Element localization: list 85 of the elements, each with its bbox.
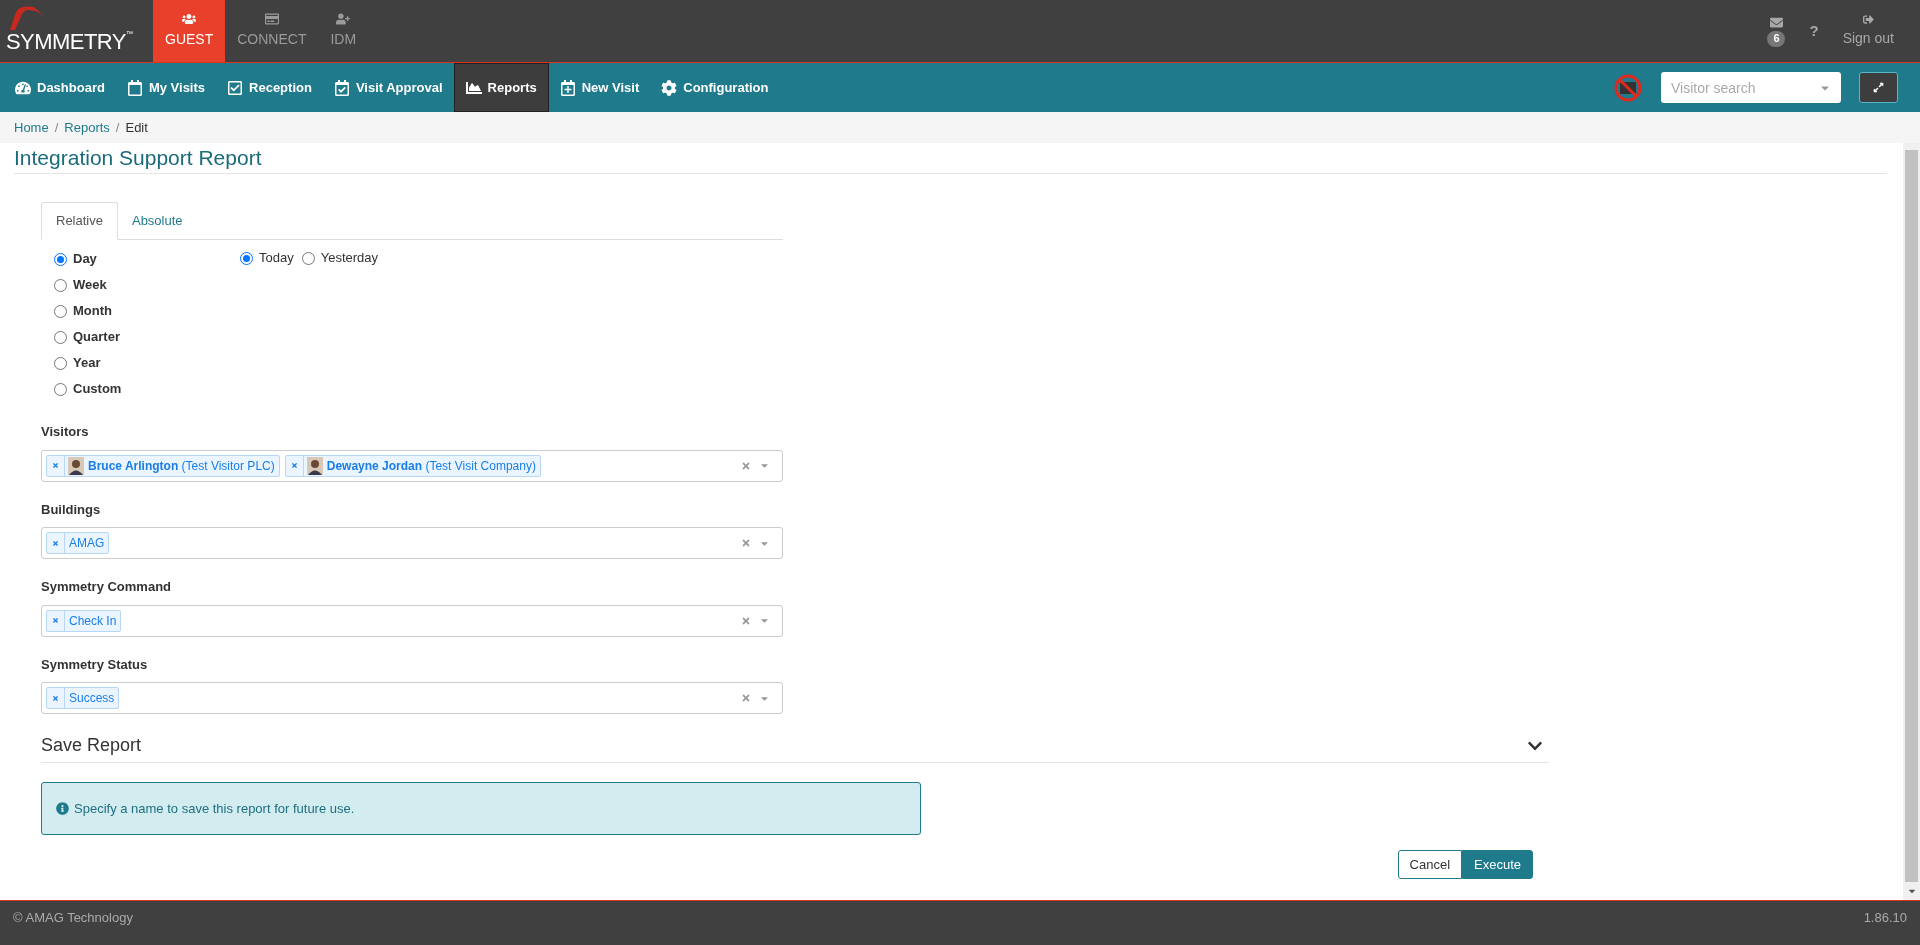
checkbox-icon [227,79,244,96]
radio-label: Today [259,249,294,268]
gauge-icon [15,79,31,96]
info-icon [56,802,69,815]
nav-item[interactable]: Visit Approval [322,63,454,112]
close-icon [52,539,59,547]
calendar-check-icon [333,79,350,96]
scrollbar[interactable] [1903,143,1920,900]
clear-icon[interactable] [741,460,751,471]
radio-button[interactable] [54,356,67,370]
section-title: Save Report [41,734,142,757]
module-tab[interactable]: IDM [318,0,369,62]
avatar-icon [306,456,323,475]
sign-out-icon [1862,13,1874,25]
module-tab[interactable]: CONNECT [225,0,319,62]
field-label: Symmetry Command [41,578,173,596]
close-icon [290,462,298,469]
multi-select-field[interactable]: AMAG [41,527,783,559]
radio-label: Year [73,354,101,373]
multi-select-field[interactable]: Success [41,682,783,714]
radio-button[interactable] [54,382,67,396]
close-icon [52,617,59,624]
clear-icon[interactable] [741,615,751,626]
radio-label: Yesterday [320,249,379,268]
info-text: Specify a name to save this report for future use. [74,799,355,818]
tag-label: Dewayne Jordan (Test Visit Company) [325,457,537,475]
radio-button[interactable] [54,252,67,266]
visitor-search-field[interactable]: Visitor search [1661,72,1841,103]
breadcrumb-link[interactable]: Home [14,117,49,138]
execute-button[interactable]: Execute [1462,850,1533,879]
tag-label: Success [68,690,116,707]
user-plus-icon [336,12,351,26]
radio-button[interactable] [301,251,315,265]
expand-icon [1873,82,1884,93]
nav-item[interactable]: Dashboard [4,63,116,112]
card-icon [264,12,279,26]
area-chart-icon [465,79,482,96]
breadcrumb-separator: / [54,118,59,137]
fullscreen-button[interactable] [1859,72,1898,103]
tab[interactable]: Relative [41,202,118,240]
avatar-icon [68,456,84,475]
radio-label: Month [73,302,112,321]
tag-label: AMAG [68,535,106,552]
close-icon [52,694,59,702]
tag-label: Bruce Arlington (Test Visitor PLC) [87,457,276,475]
version-text: 1.86.10 [1863,909,1907,927]
no-card-icon[interactable] [1613,72,1643,103]
field-label: Visitors [41,423,90,441]
users-icon [182,12,197,26]
nav-item[interactable]: Reports [453,63,549,112]
help-button[interactable]: ? [1809,19,1819,43]
nav-item[interactable]: My Visits [115,63,217,112]
radio-button[interactable] [54,278,67,292]
radio-label: Day [73,250,97,269]
nav-item[interactable]: New Visit [548,63,651,112]
field-label: Symmetry Status [41,655,149,674]
tag-label: Check In [68,612,118,630]
nav-item[interactable]: Configuration [650,63,780,112]
cancel-button[interactable]: Cancel [1397,850,1462,879]
nav-item[interactable]: Reception [216,63,323,112]
page-title: Integration Support Report [14,145,263,171]
tab[interactable]: Absolute [117,202,197,240]
calendar-plus-icon [559,79,576,96]
field-label: Buildings [41,500,102,519]
module-tab[interactable]: GUEST [153,0,226,62]
copyright-text: © AMAG Technology [13,909,133,927]
multi-select-field[interactable]: Bruce Arlington (Test Visitor PLC) Dewayne Jordan (Test Visit Company) [41,449,783,482]
close-icon [52,462,59,469]
radio-button[interactable] [54,304,67,318]
calendar-icon [126,79,143,96]
breadcrumb-separator: / [115,118,120,137]
breadcrumb-current: Edit [125,118,148,137]
clear-icon[interactable] [741,538,751,548]
radio-label: Quarter [73,328,120,347]
envelope-icon [1769,15,1783,29]
save-report-header[interactable]: Save Report [41,732,1549,763]
radio-button[interactable] [240,251,253,265]
radio-button[interactable] [54,330,67,344]
radio-label: Week [73,276,107,295]
gear-icon [661,79,678,96]
sign-out-button[interactable]: Sign out [1842,13,1894,49]
breadcrumb-link[interactable]: Reports [64,117,110,138]
radio-label: Custom [73,380,122,399]
clear-icon[interactable] [741,693,751,703]
multi-select-field[interactable]: Check In [41,604,783,637]
